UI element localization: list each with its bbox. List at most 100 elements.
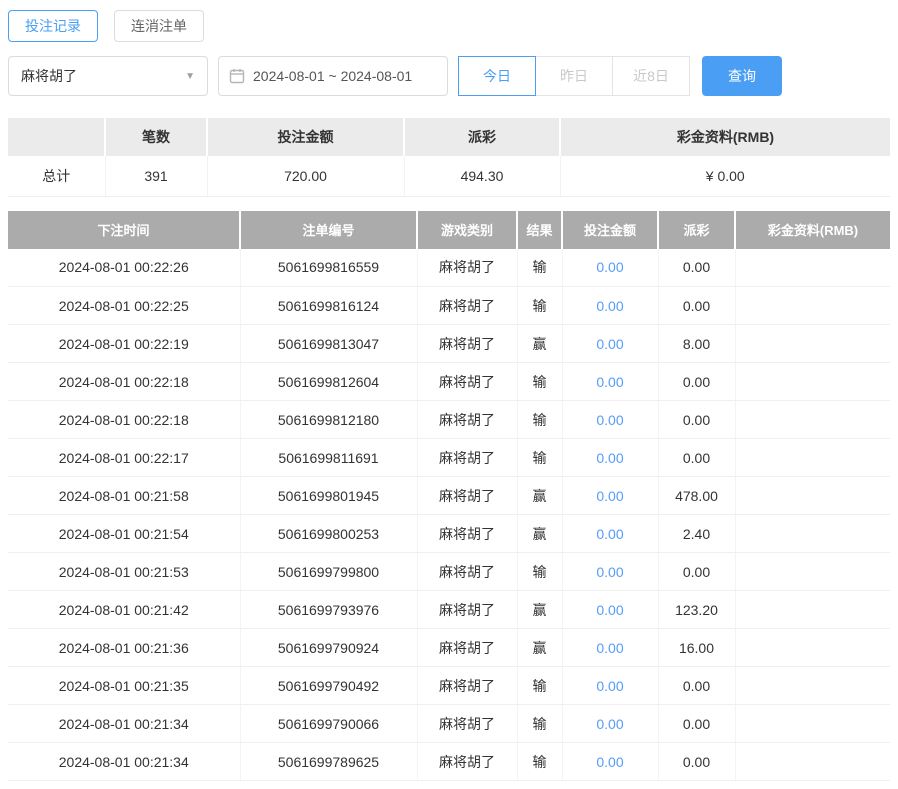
cell-order-id: 5061699790924	[240, 629, 417, 667]
cell-result: 输	[517, 439, 562, 477]
summary-header-payout: 派彩	[404, 118, 560, 156]
tab-cancelled-orders[interactable]: 连消注单	[114, 10, 204, 42]
cell-payout: 0.00	[658, 439, 735, 477]
cell-bonus	[735, 363, 890, 401]
cell-payout: 0.00	[658, 705, 735, 743]
cell-bet-amount: 0.00	[562, 629, 658, 667]
bet-amount-link[interactable]: 0.00	[596, 412, 623, 428]
cell-bonus	[735, 515, 890, 553]
table-header-row: 下注时间注单编号游戏类别结果投注金额派彩彩金资料(RMB)	[8, 211, 890, 249]
cell-result: 输	[517, 667, 562, 705]
bet-amount-link[interactable]: 0.00	[596, 259, 623, 275]
cell-bet-time: 2024-08-01 00:22:25	[8, 287, 240, 325]
chevron-down-icon: ▼	[185, 71, 195, 82]
cell-bet-amount: 0.00	[562, 477, 658, 515]
search-button[interactable]: 查询	[702, 56, 782, 96]
column-header: 投注金额	[562, 211, 658, 249]
table-row: 2024-08-01 00:22:265061699816559麻将胡了输0.0…	[8, 249, 890, 287]
table-row: 2024-08-01 00:21:345061699790066麻将胡了输0.0…	[8, 705, 890, 743]
cell-payout: 0.00	[658, 363, 735, 401]
tab-bet-records[interactable]: 投注记录	[8, 10, 98, 42]
bet-amount-link[interactable]: 0.00	[596, 564, 623, 580]
table-row: 2024-08-01 00:21:355061699790492麻将胡了输0.0…	[8, 667, 890, 705]
bet-amount-link[interactable]: 0.00	[596, 374, 623, 390]
cell-bet-amount: 0.00	[562, 401, 658, 439]
bet-amount-link[interactable]: 0.00	[596, 678, 623, 694]
bet-amount-link[interactable]: 0.00	[596, 716, 623, 732]
column-header: 注单编号	[240, 211, 417, 249]
cell-bet-amount: 0.00	[562, 743, 658, 781]
cell-order-id: 5061699799800	[240, 553, 417, 591]
records-table: 下注时间注单编号游戏类别结果投注金额派彩彩金资料(RMB) 2024-08-01…	[8, 211, 890, 782]
summary-header-row: 笔数 投注金额 派彩 彩金资料(RMB)	[8, 118, 890, 156]
bet-amount-link[interactable]: 0.00	[596, 450, 623, 466]
cell-game-type: 麻将胡了	[417, 553, 517, 591]
cell-bet-amount: 0.00	[562, 515, 658, 553]
cell-result: 赢	[517, 325, 562, 363]
summary-bet-amount-value: 720.00	[207, 156, 404, 196]
bet-amount-link[interactable]: 0.00	[596, 754, 623, 770]
cell-payout: 0.00	[658, 553, 735, 591]
game-select[interactable]: 麻将胡了 ▼	[8, 56, 208, 96]
cell-game-type: 麻将胡了	[417, 705, 517, 743]
cell-bonus	[735, 401, 890, 439]
cell-bet-time: 2024-08-01 00:21:34	[8, 743, 240, 781]
bet-amount-link[interactable]: 0.00	[596, 640, 623, 656]
cell-payout: 123.20	[658, 591, 735, 629]
table-row: 2024-08-01 00:22:195061699813047麻将胡了赢0.0…	[8, 325, 890, 363]
cell-bet-amount: 0.00	[562, 325, 658, 363]
table-row: 2024-08-01 00:21:585061699801945麻将胡了赢0.0…	[8, 477, 890, 515]
cell-bonus	[735, 743, 890, 781]
cell-game-type: 麻将胡了	[417, 667, 517, 705]
table-row: 2024-08-01 00:21:425061699793976麻将胡了赢0.0…	[8, 591, 890, 629]
table-row: 2024-08-01 00:21:345061699789625麻将胡了输0.0…	[8, 743, 890, 781]
tab-bar: 投注记录 连消注单	[8, 10, 890, 42]
cell-game-type: 麻将胡了	[417, 439, 517, 477]
bet-amount-link[interactable]: 0.00	[596, 526, 623, 542]
summary-header-blank	[8, 118, 105, 156]
summary-row: 总计 391 720.00 494.30 ¥ 0.00	[8, 156, 890, 196]
summary-header-bet-amount: 投注金额	[207, 118, 404, 156]
cell-order-id: 5061699812604	[240, 363, 417, 401]
cell-bonus	[735, 553, 890, 591]
cell-game-type: 麻将胡了	[417, 629, 517, 667]
cell-bet-amount: 0.00	[562, 667, 658, 705]
cell-order-id: 5061699816559	[240, 249, 417, 287]
today-button[interactable]: 今日	[458, 56, 536, 96]
cell-bet-time: 2024-08-01 00:21:58	[8, 477, 240, 515]
last-8-days-button[interactable]: 近8日	[612, 56, 690, 96]
cell-bet-time: 2024-08-01 00:21:53	[8, 553, 240, 591]
cell-game-type: 麻将胡了	[417, 287, 517, 325]
cell-payout: 16.00	[658, 629, 735, 667]
yesterday-button[interactable]: 昨日	[535, 56, 613, 96]
summary-total-label: 总计	[8, 156, 105, 196]
cell-bet-time: 2024-08-01 00:21:36	[8, 629, 240, 667]
cell-order-id: 5061699816124	[240, 287, 417, 325]
cell-result: 输	[517, 743, 562, 781]
filter-bar: 麻将胡了 ▼ 2024-08-01 ~ 2024-08-01 今日 昨日 近8日…	[8, 56, 890, 96]
cell-bonus	[735, 287, 890, 325]
cell-result: 输	[517, 401, 562, 439]
bet-amount-link[interactable]: 0.00	[596, 298, 623, 314]
date-range-input[interactable]: 2024-08-01 ~ 2024-08-01	[218, 56, 448, 96]
column-header: 游戏类别	[417, 211, 517, 249]
calendar-icon	[229, 68, 245, 84]
game-select-value: 麻将胡了	[21, 66, 77, 86]
column-header: 彩金资料(RMB)	[735, 211, 890, 249]
cell-game-type: 麻将胡了	[417, 477, 517, 515]
summary-header-count: 笔数	[105, 118, 207, 156]
bet-amount-link[interactable]: 0.00	[596, 602, 623, 618]
bet-amount-link[interactable]: 0.00	[596, 488, 623, 504]
cell-result: 赢	[517, 629, 562, 667]
cell-result: 赢	[517, 515, 562, 553]
cell-payout: 0.00	[658, 287, 735, 325]
cell-order-id: 5061699790066	[240, 705, 417, 743]
table-row: 2024-08-01 00:21:545061699800253麻将胡了赢0.0…	[8, 515, 890, 553]
cell-bet-amount: 0.00	[562, 553, 658, 591]
cell-order-id: 5061699789625	[240, 743, 417, 781]
cell-bonus	[735, 249, 890, 287]
cell-bet-amount: 0.00	[562, 439, 658, 477]
cell-order-id: 5061699801945	[240, 477, 417, 515]
bet-amount-link[interactable]: 0.00	[596, 336, 623, 352]
column-header: 下注时间	[8, 211, 240, 249]
